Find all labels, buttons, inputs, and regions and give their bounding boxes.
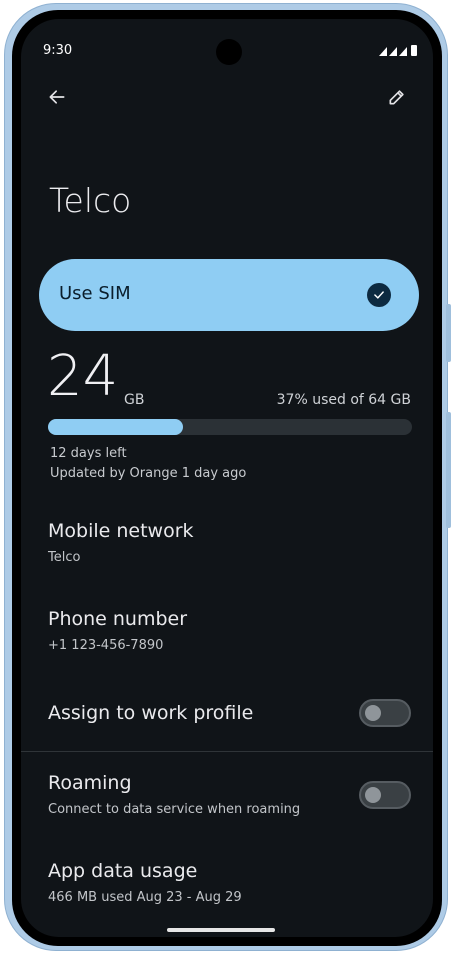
edit-button[interactable] (377, 77, 417, 117)
mobile-network-title: Mobile network (48, 520, 194, 542)
phone-number-title: Phone number (48, 608, 188, 630)
switch-knob (365, 787, 381, 803)
roaming-title: Roaming (48, 772, 132, 794)
signal-icon (399, 47, 407, 56)
app-data-usage-title: App data usage (48, 860, 198, 882)
device-bezel: 9:30 Telco Use SIM 24 GB 37% used of 64 … (12, 10, 442, 946)
data-unit: GB (124, 392, 145, 408)
page-title: Telco (49, 181, 132, 220)
arrow-left-icon (49, 90, 65, 104)
pencil-icon (389, 90, 404, 105)
use-sim-label: Use SIM (59, 283, 131, 304)
data-used-text: 37% used of 64 GB (276, 392, 411, 408)
roaming-subtitle: Connect to data service when roaming (48, 802, 301, 817)
battery-icon (411, 45, 417, 56)
signal-icon (389, 47, 397, 56)
status-icons (379, 45, 417, 56)
use-sim-toggle[interactable]: Use SIM (39, 259, 419, 331)
roaming-switch[interactable] (359, 781, 411, 809)
mobile-network-value: Telco (48, 550, 81, 565)
app-data-usage-subtitle: 466 MB used Aug 23 - Aug 29 (48, 890, 242, 905)
updated-text: Updated by Orange 1 day ago (50, 466, 247, 481)
check-icon (367, 283, 391, 307)
screen: 9:30 Telco Use SIM 24 GB 37% used of 64 … (21, 19, 433, 937)
device-frame: 9:30 Telco Use SIM 24 GB 37% used of 64 … (4, 3, 451, 951)
home-indicator[interactable] (167, 928, 275, 932)
data-usage-bar-fill (48, 419, 183, 435)
work-profile-title: Assign to work profile (48, 702, 254, 724)
data-usage-bar (48, 419, 412, 435)
phone-number-value: +1 123-456-7890 (48, 638, 164, 653)
back-button[interactable] (37, 77, 77, 117)
signal-icon (379, 47, 387, 56)
front-camera (216, 39, 242, 65)
data-amount: 24 (47, 344, 119, 409)
status-time: 9:30 (43, 43, 73, 58)
work-profile-switch[interactable] (359, 699, 411, 727)
power-button (446, 304, 451, 362)
days-left: 12 days left (50, 446, 127, 461)
divider (21, 751, 433, 752)
switch-knob (365, 705, 381, 721)
volume-button (446, 412, 451, 528)
